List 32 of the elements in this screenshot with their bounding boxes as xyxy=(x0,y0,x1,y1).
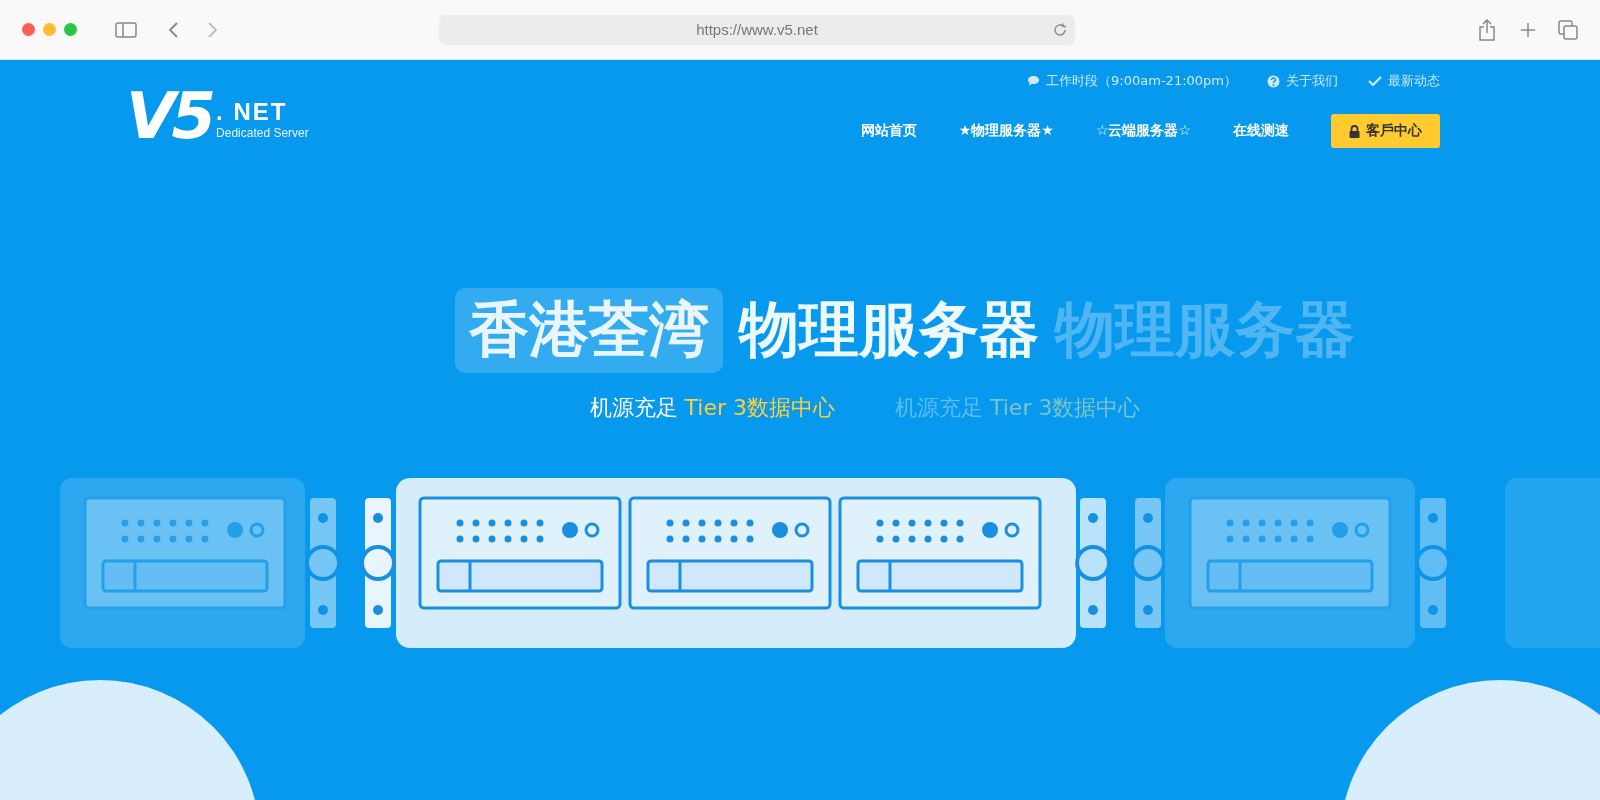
logo-name: . NET xyxy=(216,98,289,126)
logo-mark: V5 xyxy=(126,84,213,148)
hero-title-ghost: 物理服务器 xyxy=(1055,293,1355,366)
close-window-button[interactable] xyxy=(22,23,35,36)
maximize-window-button[interactable] xyxy=(64,23,77,36)
lock-icon xyxy=(1349,124,1360,138)
logo-tagline: Dedicated Server xyxy=(216,126,309,140)
top-link[interactable]: 工作时段（9:00am-21:00pm） xyxy=(1027,72,1237,90)
back-icon[interactable] xyxy=(167,20,179,39)
top-link[interactable]: 最新动态 xyxy=(1368,72,1440,90)
client-center-button[interactable]: 客戶中心 xyxy=(1331,114,1440,148)
share-icon[interactable] xyxy=(1478,18,1496,41)
url-text: https://www.v5.net xyxy=(696,21,818,38)
nav-link[interactable]: 网站首页 xyxy=(860,122,917,140)
reload-icon[interactable] xyxy=(1053,22,1067,37)
forward-icon[interactable] xyxy=(207,20,219,39)
plus-icon[interactable] xyxy=(1520,21,1536,38)
tabs-icon[interactable] xyxy=(1558,19,1578,40)
nav-link[interactable]: ☆云端服务器☆ xyxy=(1095,122,1191,140)
address-bar[interactable]: https://www.v5.net xyxy=(439,14,1075,45)
top-link[interactable]: 关于我们 xyxy=(1267,72,1338,90)
help-icon xyxy=(1267,74,1280,88)
sidebar-icon[interactable] xyxy=(115,21,137,38)
minimize-window-button[interactable] xyxy=(43,23,56,36)
hero-title: 物理服务器 xyxy=(739,293,1039,366)
hero-subtitle-ghost: 机源充足 Tier 3数据中心 xyxy=(895,394,1141,422)
chat-icon xyxy=(1027,75,1041,87)
check-icon xyxy=(1368,75,1382,87)
nav-link[interactable]: 在线测速 xyxy=(1233,122,1289,140)
hero-subtitle: 机源充足 Tier 3数据中心 xyxy=(589,394,835,422)
nav-link[interactable]: ★物理服务器★ xyxy=(958,122,1054,140)
hero-highlight: 香港荃湾 xyxy=(455,288,723,373)
